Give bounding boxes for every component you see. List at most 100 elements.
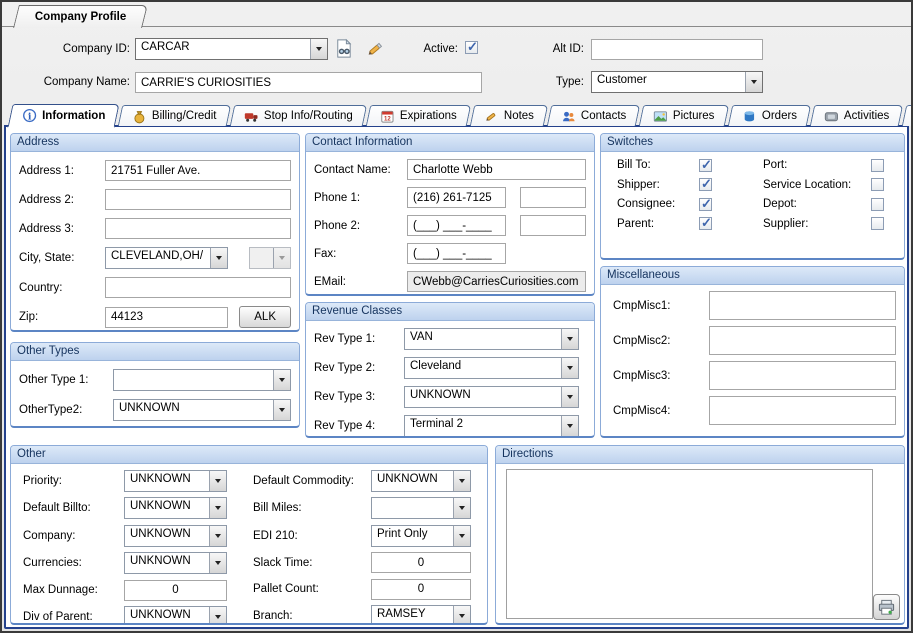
rev-type2-value: Cleveland <box>405 358 561 378</box>
tab-orders[interactable]: Orders <box>727 105 811 126</box>
phone2-input[interactable] <box>407 215 506 236</box>
chevron-down-icon[interactable] <box>209 471 226 491</box>
chevron-down-icon[interactable] <box>453 498 470 518</box>
chevron-down-icon[interactable] <box>209 607 226 625</box>
default-commodity-combobox[interactable]: UNKNOWN <box>371 470 471 492</box>
shipper-checkbox[interactable] <box>699 178 712 191</box>
cmpmisc1-label: CmpMisc1: <box>613 300 709 312</box>
currencies-combobox[interactable]: UNKNOWN <box>124 552 227 574</box>
type-label: Type: <box>480 76 584 88</box>
bill-to-checkbox[interactable] <box>699 159 712 172</box>
zip-label: Zip: <box>19 311 105 323</box>
supplier-label: Supplier: <box>763 218 871 230</box>
chevron-down-icon[interactable] <box>745 72 762 92</box>
cmpmisc1-input[interactable] <box>709 291 896 320</box>
directions-textarea[interactable] <box>506 469 873 619</box>
tab-information[interactable]: i Information <box>7 104 119 128</box>
tab-contacts[interactable]: Contacts <box>546 105 640 126</box>
chevron-down-icon[interactable] <box>561 416 578 436</box>
chevron-down-icon[interactable] <box>453 471 470 491</box>
alt-id-input[interactable] <box>591 39 763 60</box>
pallet-count-input[interactable] <box>371 579 471 600</box>
tab-label: Contacts <box>581 110 626 122</box>
tab-label: Expirations <box>400 110 457 122</box>
chevron-down-icon[interactable] <box>561 329 578 349</box>
chevron-down-icon[interactable] <box>453 526 470 546</box>
chevron-down-icon[interactable] <box>453 606 470 625</box>
tab-notes[interactable]: Notes <box>469 105 548 126</box>
tab-expirations[interactable]: 12 Expirations <box>365 105 470 126</box>
alk-button[interactable]: ALK <box>239 306 291 328</box>
print-button[interactable] <box>873 594 900 620</box>
parent-checkbox[interactable] <box>699 217 712 230</box>
chevron-down-icon[interactable] <box>273 400 290 420</box>
type-combobox[interactable]: Customer <box>591 71 763 93</box>
fax-label: Fax: <box>314 248 407 260</box>
chevron-down-icon[interactable] <box>209 498 226 518</box>
phone2-ext-input[interactable] <box>520 215 586 236</box>
tab-billing-credit[interactable]: Billing/Credit <box>118 105 231 126</box>
priority-combobox[interactable]: UNKNOWN <box>124 470 227 492</box>
slack-time-input[interactable] <box>371 552 471 573</box>
bill-miles-value <box>372 498 453 518</box>
tab-stop-info-routing[interactable]: Stop Info/Routing <box>230 105 367 126</box>
service-location-checkbox[interactable] <box>871 178 884 191</box>
cmpmisc4-input[interactable] <box>709 396 896 425</box>
chevron-down-icon[interactable] <box>210 248 227 268</box>
search-document-button[interactable] <box>331 36 355 60</box>
other-type2-combobox[interactable]: UNKNOWN <box>113 399 291 421</box>
tab-quotes[interactable]: ” Quotes <box>902 105 913 126</box>
rev-type1-combobox[interactable]: VAN <box>404 328 579 350</box>
city-state-combobox[interactable]: CLEVELAND,OH/ <box>105 247 228 269</box>
chevron-down-icon[interactable] <box>561 358 578 378</box>
max-dunnage-input[interactable] <box>124 580 227 601</box>
company-combobox[interactable]: UNKNOWN <box>124 525 227 547</box>
chevron-down-icon[interactable] <box>561 387 578 407</box>
other-type1-label: Other Type 1: <box>19 374 113 386</box>
chevron-down-icon[interactable] <box>209 553 226 573</box>
company-id-combobox[interactable]: CARCAR <box>135 38 328 60</box>
depot-checkbox[interactable] <box>871 198 884 211</box>
phone1-ext-input[interactable] <box>520 187 586 208</box>
address1-input[interactable] <box>105 160 291 181</box>
chevron-down-icon[interactable] <box>273 370 290 390</box>
address2-input[interactable] <box>105 189 291 210</box>
port-checkbox[interactable] <box>871 159 884 172</box>
cmpmisc2-input[interactable] <box>709 326 896 355</box>
rev-type3-combobox[interactable]: UNKNOWN <box>404 386 579 408</box>
contact-name-input[interactable] <box>407 159 586 180</box>
chevron-down-icon[interactable] <box>310 39 327 59</box>
company-name-label: Company Name: <box>12 76 130 88</box>
phone1-input[interactable] <box>407 187 506 208</box>
zip-input[interactable] <box>105 307 228 328</box>
cmpmisc3-input[interactable] <box>709 361 896 390</box>
document-tab-company-profile[interactable]: Company Profile <box>13 5 148 28</box>
company-profile-window: Company Profile Company ID: CARCAR Activ… <box>0 0 913 633</box>
company-id-label: Company ID: <box>12 43 130 55</box>
div-of-parent-value: UNKNOWN <box>125 607 209 625</box>
country-input[interactable] <box>105 277 291 298</box>
div-of-parent-combobox[interactable]: UNKNOWN <box>124 606 227 625</box>
rev-type4-combobox[interactable]: Terminal 2 <box>404 415 579 437</box>
tab-activities[interactable]: Activities <box>809 105 903 126</box>
directions-group: Directions <box>495 445 905 625</box>
edit-button[interactable] <box>363 36 387 60</box>
chevron-down-icon[interactable] <box>209 526 226 546</box>
other-type1-combobox[interactable] <box>113 369 291 391</box>
fax-input[interactable] <box>407 243 506 264</box>
tab-pictures[interactable]: Pictures <box>639 105 729 126</box>
consignee-checkbox[interactable] <box>699 198 712 211</box>
default-billto-combobox[interactable]: UNKNOWN <box>124 497 227 519</box>
supplier-checkbox[interactable] <box>871 217 884 230</box>
active-checkbox[interactable] <box>465 41 478 54</box>
rev-type2-combobox[interactable]: Cleveland <box>404 357 579 379</box>
branch-combobox[interactable]: RAMSEY <box>371 605 471 625</box>
email-input[interactable] <box>407 271 586 292</box>
revenue-classes-group: Revenue Classes Rev Type 1: VAN Rev Type… <box>305 302 595 438</box>
company-name-input[interactable] <box>135 72 482 93</box>
edi-210-combobox[interactable]: Print Only <box>371 525 471 547</box>
bill-miles-combobox[interactable] <box>371 497 471 519</box>
chevron-down-icon <box>273 248 290 268</box>
printer-icon <box>877 598 896 617</box>
address3-input[interactable] <box>105 218 291 239</box>
